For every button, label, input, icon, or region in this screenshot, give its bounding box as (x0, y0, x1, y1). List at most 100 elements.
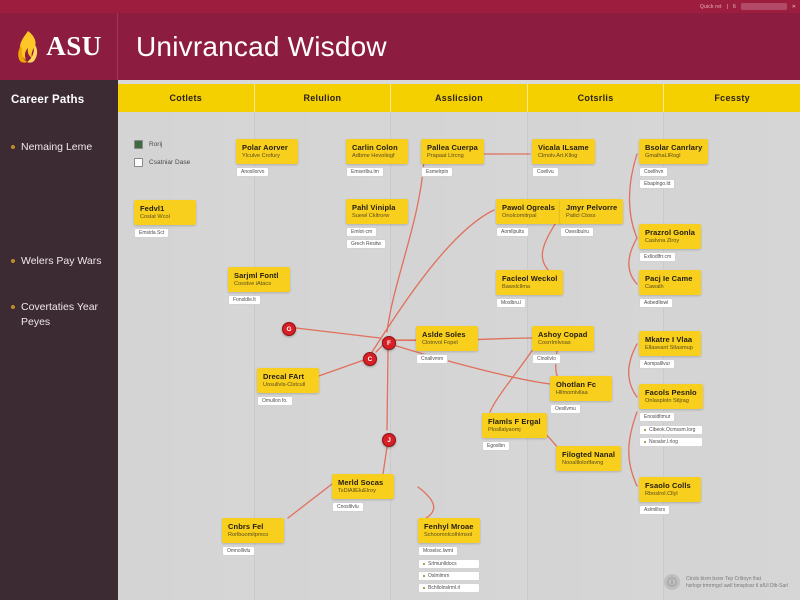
sidebar-item-1[interactable]: Welers Pay Wars (11, 254, 108, 268)
card-body[interactable]: Vicala ILsame Clmolv.Art.Kllog (532, 139, 595, 164)
window-search-box[interactable] (740, 3, 787, 10)
card-body[interactable]: Ashoy Copad Cosrrlmlvoas (532, 326, 594, 351)
card-chip[interactable]: Omnolllvlu (222, 546, 256, 556)
node-card[interactable]: Drecal FArt Uosullvls-Clstcull Omullon fo. (257, 368, 319, 406)
node-card[interactable]: Cnbrs Fel Rorlbuomilpmco Omnolllvlu (222, 518, 284, 556)
node-card[interactable]: Ohotlan Fc Hllmomlvllaa Oesllvmu (550, 376, 612, 414)
node-card[interactable]: Fenhyl Mroae Schoomnlcolhlmsol Moselsc.lwm… (418, 518, 480, 593)
node-card[interactable]: Mkatre I Vlaa Ellaseant Stlasmup Aompalllv… (639, 331, 701, 369)
card-body[interactable]: Pallea Cuerpa Prapaat Ltrcng (421, 139, 484, 164)
card-chip[interactable]: Clnollvlo (532, 354, 561, 364)
card-body[interactable]: Carlin Colon Adbme Hevoliogf (346, 139, 408, 164)
card-body[interactable]: Filogted Nanal Nooalllolorlfavng (556, 446, 622, 471)
column-header-3[interactable]: Cotsrlis (528, 84, 665, 112)
node-card[interactable]: Fedvl1 Coslat Wcol Emslda Sct (134, 200, 196, 238)
card-chip[interactable]: Egoslbn (482, 441, 511, 451)
card-body[interactable]: Cnbrs Fel Rorlbuomilpmco (222, 518, 284, 543)
node-card[interactable]: Bsolar Canrlary GmalhaLlRogl Coellhvn Ebapl… (639, 139, 709, 189)
card-chip[interactable]: Cnosltlvlu (332, 502, 364, 512)
column-header-0[interactable]: Cotlets (118, 84, 255, 112)
node-card[interactable]: Jmyr Pelvorre Patlcl Ctoss Oseslbulru (560, 199, 624, 237)
card-body[interactable]: Flamls F Ergal Plosllalyaomj (482, 413, 547, 438)
filled-checkbox-icon[interactable] (134, 140, 143, 149)
hub-node-c[interactable]: C (363, 352, 377, 366)
card-body[interactable]: Drecal FArt Uosullvls-Clstcull (257, 368, 319, 393)
brand-block[interactable]: ASU (0, 13, 118, 80)
card-chip[interactable]: Esmelrpin (421, 167, 454, 177)
card-body[interactable]: Prazrol Gonla Caslvna Zlroy (639, 224, 702, 249)
card-body[interactable]: Pawol Ogreals Onolcomitrpal (496, 199, 561, 224)
column-header-2[interactable]: Asslicsion (391, 84, 528, 112)
hub-node-f[interactable]: F (382, 336, 396, 350)
sublist-item[interactable]: Clbeok.Ocmssm.lorg (639, 425, 703, 435)
sidebar-item-2[interactable]: Covertaties Year Peyes (11, 300, 108, 328)
empty-checkbox-icon[interactable] (134, 158, 143, 167)
node-card[interactable]: Pawol Ogreals Onolcomitrpal Aomllpults (496, 199, 561, 237)
legend-row-0[interactable]: Rorij (134, 140, 190, 149)
column-header-4[interactable]: Fcessty (664, 84, 800, 112)
card-chip[interactable]: Aompalllvur (639, 359, 676, 369)
card-chip[interactable]: Aslmlllsrs (639, 505, 671, 515)
node-card[interactable]: Merld Socas TsDlAllEluElroy Cnosltlvlu (332, 474, 394, 512)
card-chip[interactable]: Oesllvmu (550, 404, 581, 414)
card-chip[interactable]: Cnallvmm (416, 354, 449, 364)
card-chip[interactable]: Aobedllowl (639, 298, 674, 308)
node-card[interactable]: Vicala ILsame Clmolv.Art.Kllog Coellvu (532, 139, 595, 177)
close-icon[interactable]: ✕ (792, 4, 796, 10)
card-chip[interactable]: Moslbru.l (496, 298, 527, 308)
card-body[interactable]: Sarjml Fontl Cosstve iAtacs (228, 267, 290, 292)
card-chip[interactable]: Exllodlfrr.cm (639, 252, 677, 262)
card-chip[interactable]: Oseslbulru (560, 227, 594, 237)
card-body[interactable]: Fenhyl Mroae Schoomnlcolhlmsol (418, 518, 480, 543)
node-card[interactable]: Aslde Soles Clotnvol Fopel Cnallvmm (416, 326, 478, 364)
card-chip[interactable]: Omullon fo. (257, 396, 293, 406)
node-card[interactable]: Facols Pesnlo Onlasploln Stljrag Enosldltm… (639, 384, 703, 447)
diagram-canvas[interactable]: Rorij Csatniar Dase Fedvl1 Coslat Wcol Ems… (118, 112, 800, 600)
node-card[interactable]: Fsaolo Colls Rboslrol.Cllyl Aslmlllsrs (639, 477, 701, 515)
card-chip[interactable]: Enosldltmur (639, 412, 676, 422)
node-card[interactable]: Ashoy Copad Cosrrlmlvoas Clnollvlo (532, 326, 594, 364)
card-chip[interactable]: Grech Resitw (346, 239, 387, 249)
sublist-item[interactable]: Bchllolnslrml.rl (418, 583, 480, 593)
card-body[interactable]: Merld Socas TsDlAllEluElroy (332, 474, 394, 499)
sidebar-item-0[interactable]: Nemaing Leme (11, 140, 108, 154)
node-card[interactable]: Sarjml Fontl Cosstve iAtacs Fonsldle.lt (228, 267, 290, 305)
card-body[interactable]: Facleol Weckol Bawslcllma (496, 270, 564, 295)
node-card[interactable]: Filogted Nanal Nooalllolorlfavng (556, 446, 622, 471)
card-body[interactable]: Jmyr Pelvorre Patlcl Ctoss (560, 199, 624, 224)
card-chip[interactable]: Emlot·cm (346, 227, 378, 237)
card-chip[interactable]: Coellvu (532, 167, 559, 177)
sublist-item[interactable]: Oslmlmrn (418, 571, 480, 581)
card-body[interactable]: Ohotlan Fc Hllmomlvllaa (550, 376, 612, 401)
node-card[interactable]: Pacj Ie Came Cawalh Aobedllowl (639, 270, 701, 308)
hub-node-g[interactable]: G (282, 322, 296, 336)
legend-row-1[interactable]: Csatniar Dase (134, 158, 190, 167)
card-chip[interactable]: Emserlbu.lm (346, 167, 384, 177)
card-chip[interactable]: Aomllpults (496, 227, 530, 237)
card-chip[interactable]: Moselsc.lwmt (418, 546, 459, 556)
card-body[interactable]: Facols Pesnlo Onlasploln Stljrag (639, 384, 703, 409)
card-chip[interactable]: Coellhvn (639, 167, 669, 177)
card-body[interactable]: Aslde Soles Clotnvol Fopel (416, 326, 478, 351)
node-card[interactable]: Prazrol Gonla Caslvna Zlroy Exllodlfrr.cm (639, 224, 702, 262)
sublist-item[interactable]: Srlmunlldocs (418, 559, 480, 569)
hub-node-j[interactable]: J (382, 433, 396, 447)
card-chip[interactable]: Ebaplngo.ld (639, 179, 676, 189)
card-body[interactable]: Bsolar Canrlary GmalhaLlRogl (639, 139, 709, 164)
node-card[interactable]: Pallea Cuerpa Prapaat Ltrcng Esmelrpin (421, 139, 484, 177)
card-chip[interactable]: Anosllorvo (236, 167, 270, 177)
card-body[interactable]: Pacj Ie Came Cawalh (639, 270, 701, 295)
node-card[interactable]: Facleol Weckol Bawslcllma Moslbru.l (496, 270, 564, 308)
column-header-1[interactable]: Relulion (255, 84, 392, 112)
node-card[interactable]: Pahl Vinipla Suewl Ckltrorw Emlot·cm Grech … (346, 199, 408, 249)
card-body[interactable]: Pahl Vinipla Suewl Ckltrorw (346, 199, 408, 224)
node-card[interactable]: Carlin Colon Adbme Hevoliogf Emserlbu.lm (346, 139, 408, 177)
card-body[interactable]: Polar Aorver Ylculve Crofury (236, 139, 298, 164)
card-chip[interactable]: Fonsldle.lt (228, 295, 261, 305)
card-body[interactable]: Mkatre I Vlaa Ellaseant Stlasmup (639, 331, 701, 356)
card-chip[interactable]: Emslda Sct (134, 228, 170, 238)
card-body[interactable]: Fedvl1 Coslat Wcol (134, 200, 196, 225)
node-card[interactable]: Flamls F Ergal Plosllalyaomj Egoslbn (482, 413, 547, 451)
card-body[interactable]: Fsaolo Colls Rboslrol.Cllyl (639, 477, 701, 502)
sublist-item[interactable]: Nsoalvr.l.rlog (639, 437, 703, 447)
